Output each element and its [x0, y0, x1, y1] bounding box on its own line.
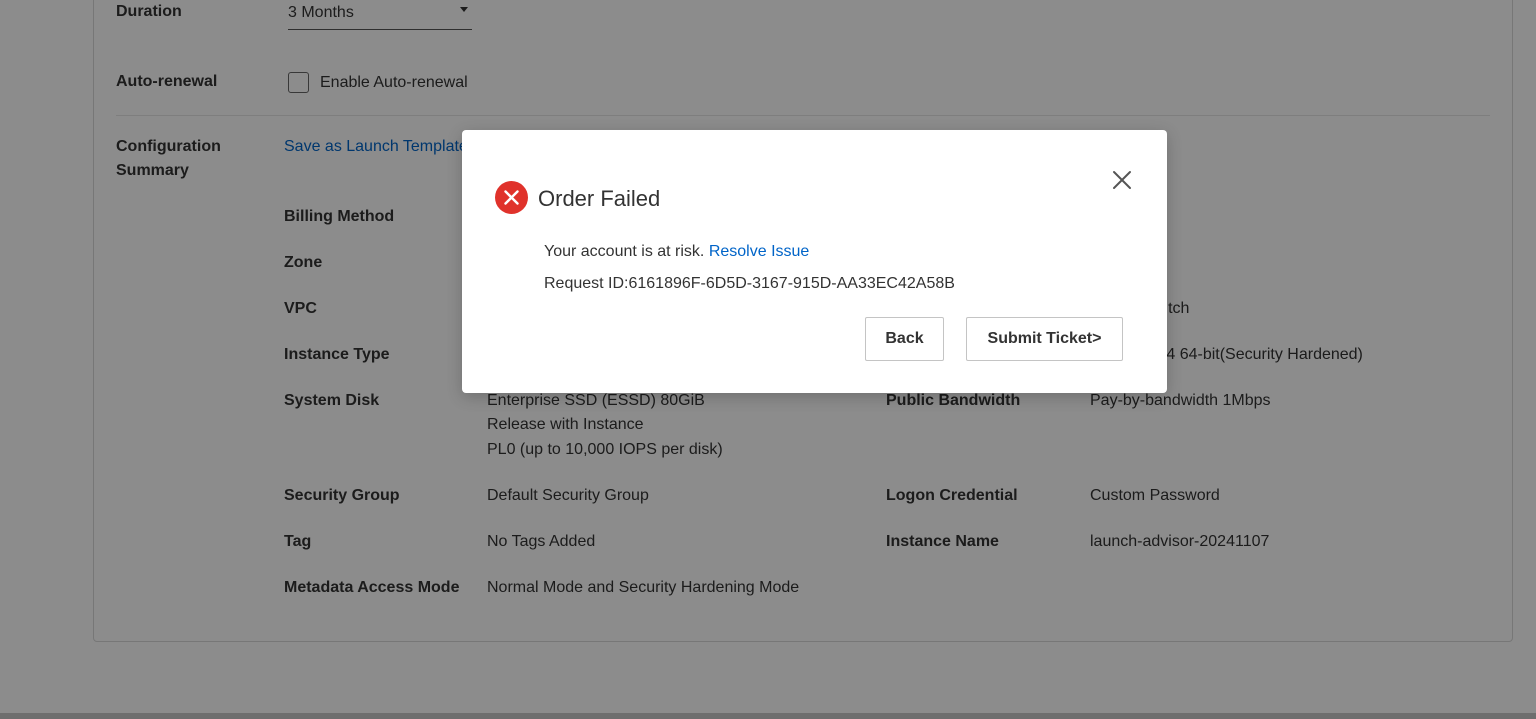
request-id-text: Request ID:6161896F-6D5D-3167-915D-AA33E…: [544, 275, 955, 292]
dialog-message-row: Your account is at risk. Resolve Issue: [544, 240, 809, 264]
back-button[interactable]: Back: [865, 317, 944, 361]
submit-ticket-button[interactable]: Submit Ticket>: [966, 317, 1123, 361]
resolve-issue-link[interactable]: Resolve Issue: [709, 243, 810, 260]
dialog-title: Order Failed: [538, 186, 661, 211]
order-failed-dialog: Order Failed Your account is at risk. Re…: [462, 130, 1167, 393]
account-risk-message: Your account is at risk.: [544, 243, 705, 260]
close-icon[interactable]: [1110, 168, 1134, 192]
error-circle-icon: [495, 181, 528, 214]
